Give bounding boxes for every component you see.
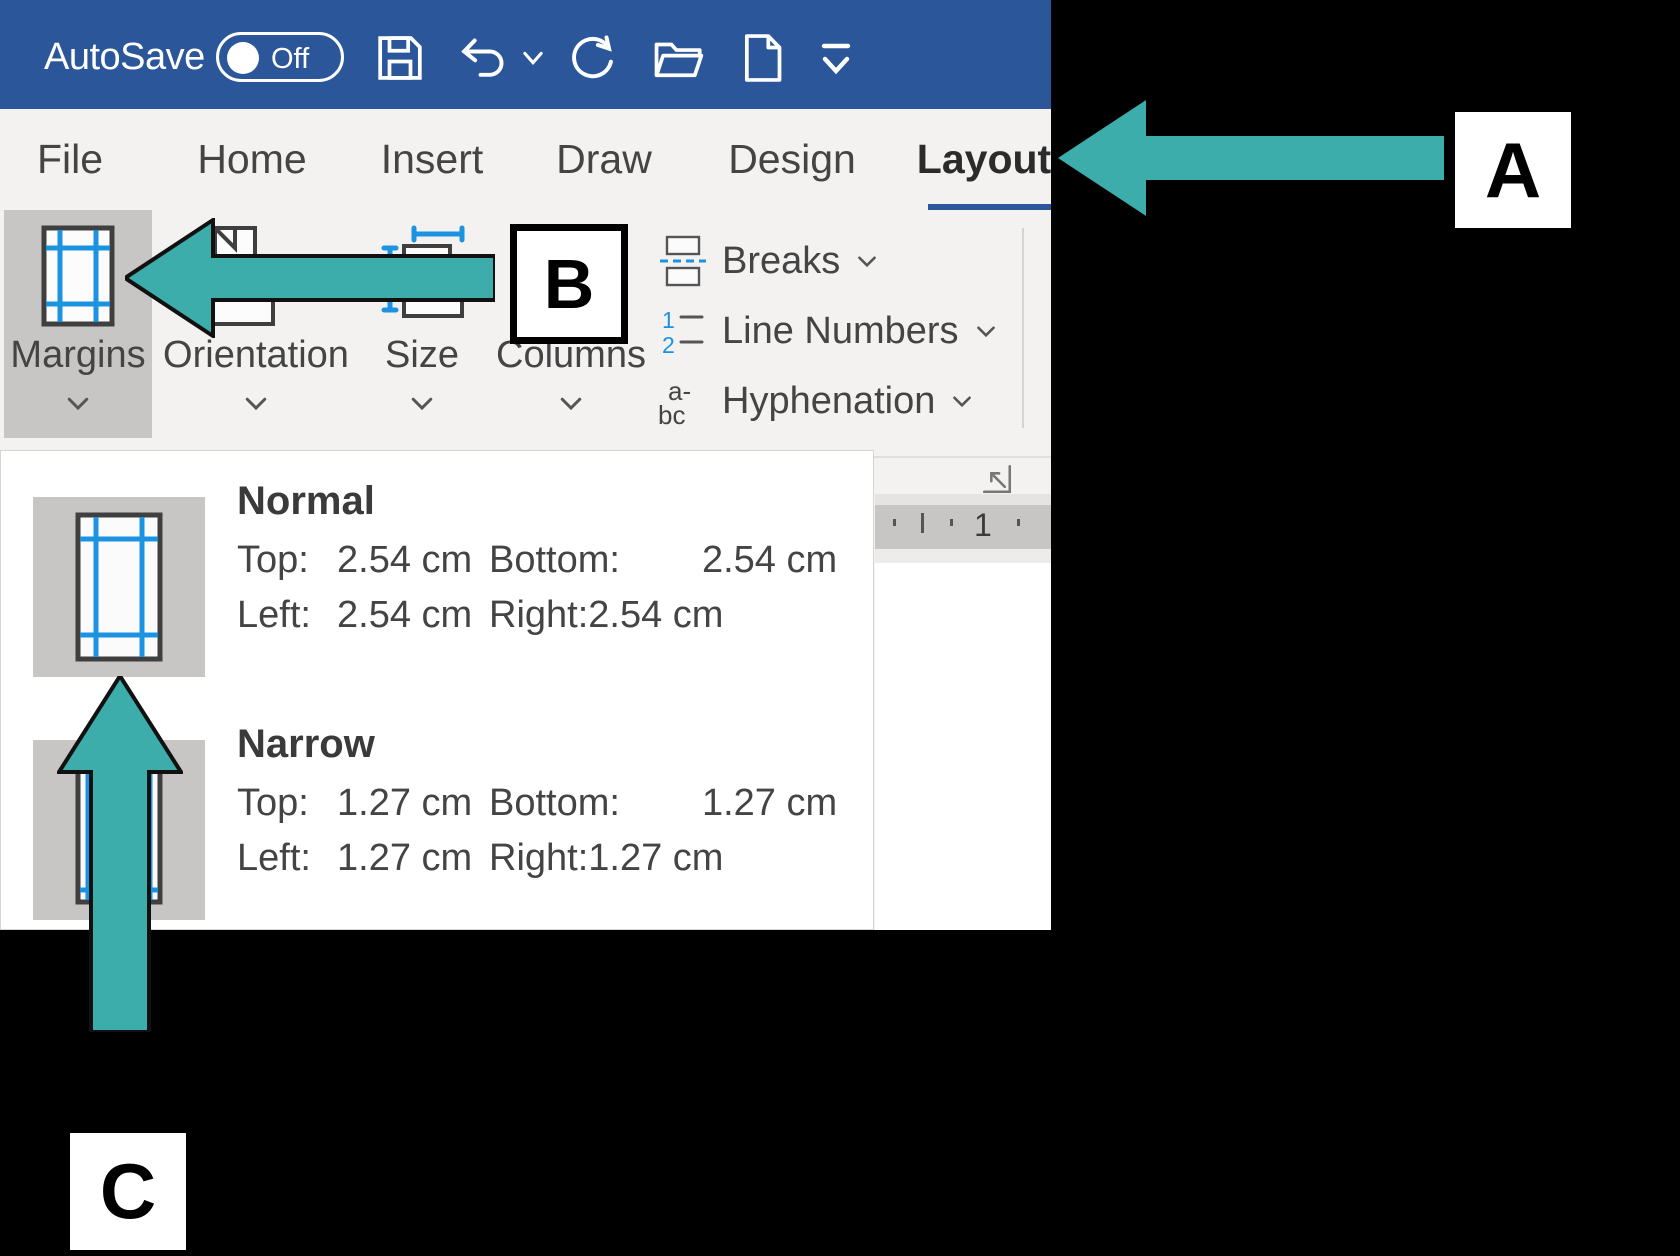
annotation-label-a: A <box>1455 112 1571 228</box>
normal-margins-thumbnail <box>33 497 205 677</box>
ruler-top-edge <box>875 494 1051 505</box>
narrow-left-value: 1.27 cm <box>337 837 489 880</box>
size-label: Size <box>360 334 484 377</box>
normal-bottom-value: 2.54 cm <box>702 539 837 582</box>
narrow-top-key: Top: <box>237 782 337 825</box>
narrow-right-value: 1.27 cm <box>588 837 723 880</box>
annotation-arrow-a <box>1058 98 1444 218</box>
line-numbers-command[interactable]: 1 2 Line Numbers <box>654 294 1001 368</box>
breaks-label: Breaks <box>722 240 840 283</box>
narrow-left-key: Left: <box>237 837 337 880</box>
normal-margins-left-right: Left:2.54 cmRight:2.54 cm <box>237 594 723 637</box>
hyphenation-command[interactable]: a- bc Hyphenation <box>654 364 977 438</box>
tab-design[interactable]: Design <box>712 109 872 210</box>
orientation-chevron-down-icon[interactable] <box>239 388 273 418</box>
margins-chevron-down-icon[interactable] <box>61 388 95 418</box>
new-document-icon[interactable] <box>734 30 790 86</box>
svg-text:bc: bc <box>658 400 685 430</box>
annotation-label-c: C <box>70 1133 186 1250</box>
annotation-label-b: B <box>510 224 628 344</box>
normal-right-value: 2.54 cm <box>588 594 723 637</box>
save-icon[interactable] <box>372 30 428 86</box>
annotation-arrow-c <box>57 676 183 1032</box>
autosave-label: AutoSave <box>44 36 205 79</box>
margins-gallery-item-normal[interactable]: Normal Top:2.54 cmBottom:2.54 cm Left:2.… <box>1 463 875 678</box>
narrow-margins-left-right: Left:1.27 cmRight:1.27 cm <box>237 837 723 880</box>
size-chevron-down-icon[interactable] <box>405 388 439 418</box>
ruler-tick-label: 1 <box>974 507 992 544</box>
breaks-command[interactable]: Breaks <box>654 224 882 298</box>
normal-right-key: Right: <box>489 594 588 637</box>
tab-file[interactable]: File <box>24 109 116 210</box>
narrow-margins-top-bottom: Top:1.27 cmBottom:1.27 cm <box>237 782 837 825</box>
svg-text:1: 1 <box>662 307 675 333</box>
normal-top-value: 2.54 cm <box>337 539 489 582</box>
tab-insert[interactable]: Insert <box>362 109 502 210</box>
autosave-toggle[interactable]: Off <box>216 32 344 82</box>
normal-top-key: Top: <box>237 539 337 582</box>
svg-text:2: 2 <box>662 332 675 358</box>
autosave-toggle-knob <box>227 42 259 74</box>
open-folder-icon[interactable] <box>650 30 706 86</box>
tab-layout[interactable]: Layout <box>914 109 1051 210</box>
ribbon-tab-strip: File Home Insert Draw Design Layout <box>0 109 1051 210</box>
line-numbers-icon: 1 2 <box>654 302 712 360</box>
margins-icon <box>35 224 121 328</box>
normal-bottom-key: Bottom: <box>489 539 620 582</box>
undo-dropdown-chevron-icon[interactable] <box>518 44 548 72</box>
narrow-bottom-key: Bottom: <box>489 782 620 825</box>
screenshot-root: AutoSave Off <box>0 0 1680 1256</box>
title-bar: AutoSave Off <box>0 0 1051 109</box>
tab-home[interactable]: Home <box>178 109 326 210</box>
horizontal-ruler[interactable]: 1 <box>875 505 1051 549</box>
ribbon-group-divider <box>1022 228 1024 428</box>
normal-left-key: Left: <box>237 594 337 637</box>
customize-quick-access-toolbar-icon[interactable] <box>812 34 860 82</box>
columns-chevron-down-icon[interactable] <box>554 388 588 418</box>
tab-draw[interactable]: Draw <box>544 109 664 210</box>
line-numbers-label: Line Numbers <box>722 310 959 353</box>
page-break-icon <box>654 232 712 290</box>
hyphenation-label: Hyphenation <box>722 380 935 423</box>
narrow-top-value: 1.27 cm <box>337 782 489 825</box>
autosave-state-label: Off <box>271 43 309 76</box>
narrow-bottom-value: 1.27 cm <box>702 782 837 825</box>
hyphenation-icon: a- bc <box>654 372 712 430</box>
ruler-bottom-edge <box>875 549 1051 563</box>
margins-label: Margins <box>4 334 152 377</box>
normal-margins-top-bottom: Top:2.54 cmBottom:2.54 cm <box>237 539 837 582</box>
orientation-label: Orientation <box>156 334 356 377</box>
redo-icon[interactable] <box>568 30 624 86</box>
normal-left-value: 2.54 cm <box>337 594 489 637</box>
document-page[interactable] <box>875 563 1051 930</box>
hyphenation-chevron-down-icon[interactable] <box>947 388 977 414</box>
undo-icon[interactable] <box>456 30 512 86</box>
narrow-margins-title: Narrow <box>237 722 375 767</box>
annotation-arrow-b <box>125 218 495 338</box>
narrow-right-key: Right: <box>489 837 588 880</box>
normal-margins-title: Normal <box>237 479 375 524</box>
breaks-chevron-down-icon[interactable] <box>852 248 882 274</box>
page-setup-dialog-launcher-icon[interactable] <box>980 462 1014 496</box>
line-numbers-chevron-down-icon[interactable] <box>971 318 1001 344</box>
